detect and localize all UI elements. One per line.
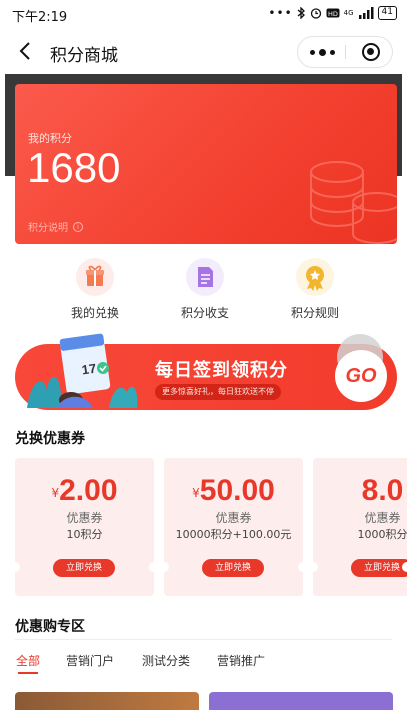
coupon-card: ¥50.00 优惠券 10000积分+100.00元 立即兑换 bbox=[164, 458, 303, 596]
bluetooth-icon bbox=[297, 7, 305, 19]
product-card[interactable] bbox=[209, 692, 393, 710]
coupon-amount: ¥2.00 bbox=[15, 474, 154, 508]
quick-action-label: 积分收支 bbox=[180, 306, 229, 320]
svg-text:HD: HD bbox=[328, 10, 338, 18]
coupon-amount-value: 2.00 bbox=[59, 474, 118, 507]
coin-stack-icon bbox=[310, 161, 397, 244]
category-tabs: 全部 营销门户 测试分类 营销推广 bbox=[0, 644, 407, 674]
quick-action-label: 积分规则 bbox=[290, 306, 339, 320]
coupon-amount-value: 50.00 bbox=[199, 474, 275, 507]
coupon-amount-value: 8.0 bbox=[361, 474, 404, 507]
miniprogram-capsule bbox=[297, 36, 393, 68]
signal-icon bbox=[358, 7, 374, 19]
redeem-button[interactable]: 立即兑换 bbox=[351, 559, 407, 577]
more-notifications-icon: ••• bbox=[268, 6, 293, 20]
medal-icon bbox=[296, 258, 334, 296]
redeem-button[interactable]: 立即兑换 bbox=[53, 559, 115, 577]
tab-all[interactable]: 全部 bbox=[16, 652, 40, 669]
calendar-day: 17 bbox=[81, 361, 97, 378]
redeem-button[interactable]: 立即兑换 bbox=[202, 559, 264, 577]
document-icon bbox=[186, 258, 224, 296]
quick-action-points-ledger[interactable]: 积分收支 bbox=[150, 258, 260, 324]
checkin-title: 每日签到领积分 bbox=[155, 360, 288, 381]
page-title: 积分商城 bbox=[50, 46, 118, 66]
quick-action-label: 我的兑换 bbox=[70, 306, 119, 320]
status-time: 下午2:19 bbox=[12, 10, 68, 25]
coupon-cost: 10积分 bbox=[66, 528, 103, 541]
capsule-divider bbox=[345, 45, 346, 59]
points-value: 1680 bbox=[27, 144, 121, 191]
calendar-illustration-icon: 17 bbox=[27, 333, 138, 408]
tab-marketing-portal[interactable]: 营销门户 bbox=[66, 652, 114, 669]
nav-bar: 积分商城 bbox=[0, 28, 407, 74]
back-icon[interactable] bbox=[16, 40, 36, 62]
checkin-subtitle: 更多惊喜好礼，每日狂欢送不停 bbox=[155, 384, 281, 400]
points-explain-label: 积分说明 bbox=[28, 223, 68, 234]
network-type: 4G bbox=[343, 9, 354, 17]
status-bar: 下午2:19 ••• HD 4G 41 bbox=[0, 0, 407, 28]
coupon-type: 优惠券 bbox=[364, 511, 401, 525]
daily-checkin-banner[interactable]: 17 每日签到领积分 更多惊喜好礼，每日狂欢送不停 GO bbox=[15, 333, 397, 410]
coupon-amount: 8.0 bbox=[313, 474, 407, 508]
coupon-cost: 10000积分+100.00元 bbox=[175, 528, 292, 541]
products-section-title: 优惠购专区 bbox=[15, 619, 85, 635]
coupon-card: 8.0 优惠券 1000积分 立即兑换 bbox=[313, 458, 407, 596]
go-button[interactable]: GO bbox=[335, 350, 387, 402]
points-explain-link[interactable]: 积分说明 i bbox=[28, 219, 83, 234]
coupon-currency: ¥ bbox=[51, 486, 60, 500]
tab-marketing-promotion[interactable]: 营销推广 bbox=[217, 652, 265, 669]
points-card: 我的积分 1680 积分说明 i bbox=[15, 84, 397, 244]
tab-test-category[interactable]: 测试分类 bbox=[142, 652, 190, 669]
more-button[interactable] bbox=[298, 37, 346, 67]
gift-icon bbox=[76, 258, 114, 296]
active-tab-indicator bbox=[18, 672, 38, 674]
coupon-cost: 1000积分 bbox=[357, 528, 407, 541]
coupon-amount: ¥50.00 bbox=[164, 474, 303, 508]
coupon-currency: ¥ bbox=[192, 486, 200, 500]
hd-icon: HD bbox=[326, 8, 340, 18]
close-miniprogram-button[interactable] bbox=[362, 43, 380, 61]
product-card[interactable] bbox=[15, 692, 199, 710]
alarm-icon bbox=[310, 8, 321, 19]
status-icons: ••• HD 4G 41 bbox=[268, 6, 397, 20]
coupon-type: 优惠券 bbox=[66, 511, 103, 525]
quick-action-points-rules[interactable]: 积分规则 bbox=[260, 258, 370, 324]
battery-icon: 41 bbox=[377, 6, 397, 20]
coupon-card: ¥2.00 优惠券 10积分 立即兑换 bbox=[15, 458, 154, 596]
quick-action-my-exchange[interactable]: 我的兑换 bbox=[40, 258, 150, 324]
coupons-section-title: 兑换优惠券 bbox=[15, 431, 85, 447]
coupon-type: 优惠券 bbox=[215, 511, 252, 525]
info-icon: i bbox=[73, 221, 83, 232]
section-divider bbox=[15, 639, 392, 640]
